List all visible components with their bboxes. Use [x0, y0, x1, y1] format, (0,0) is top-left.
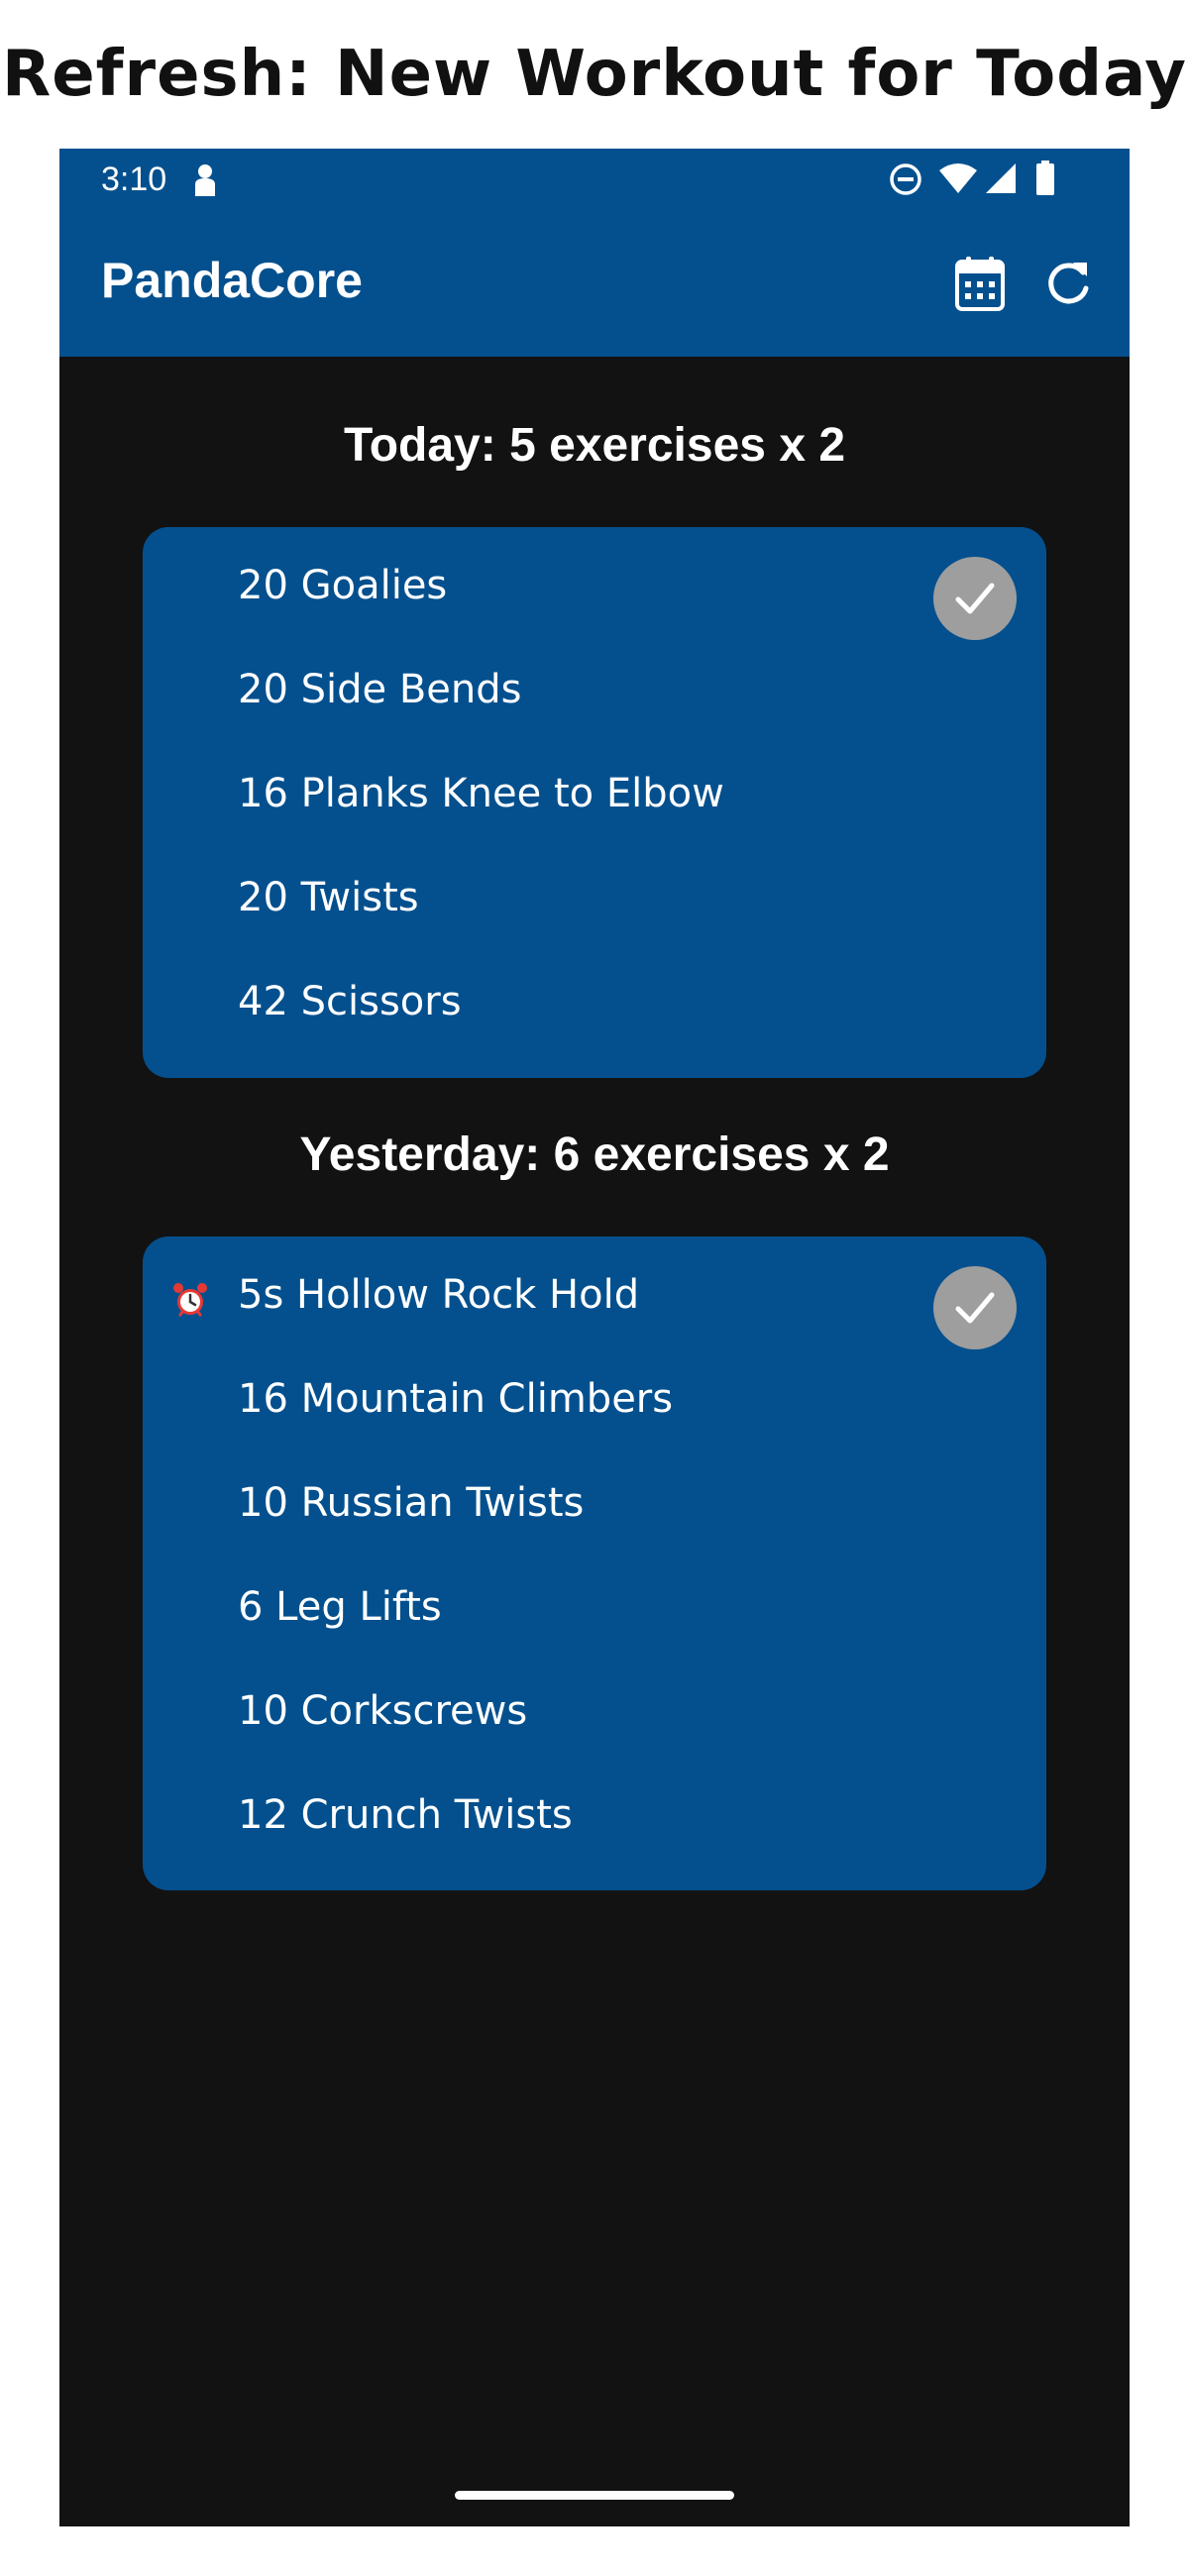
check-icon [955, 1292, 995, 1324]
home-indicator[interactable] [455, 2491, 734, 2500]
calendar-button[interactable] [940, 244, 1020, 323]
exercise-row: 10 Corkscrews [143, 1664, 1046, 1769]
complete-check-button[interactable] [933, 1266, 1017, 1349]
lock-person-icon [195, 164, 215, 196]
status-bar: 3:10 [59, 149, 1130, 210]
exercise-label: 20 Twists [238, 875, 419, 920]
yesterday-heading: Yesterday: 6 exercises x 2 [299, 1128, 890, 1181]
wifi-icon [939, 163, 977, 193]
exercise-row: 12 Crunch Twists [143, 1769, 1046, 1873]
yesterday-workout-card[interactable]: 5s Hollow Rock Hold 16 Mountain Climbers… [143, 1236, 1046, 1890]
exercise-row: 5s Hollow Rock Hold [143, 1248, 1046, 1352]
exercise-label: 10 Corkscrews [238, 1688, 528, 1734]
calendar-icon [955, 257, 1005, 311]
exercise-row: 16 Planks Knee to Elbow [143, 747, 1046, 851]
exercise-label: 20 Side Bends [238, 667, 522, 712]
exercise-label: 42 Scissors [238, 979, 462, 1024]
exercise-label: 6 Leg Lifts [238, 1584, 442, 1630]
refresh-icon [1048, 263, 1089, 304]
complete-check-button[interactable] [933, 557, 1017, 640]
phone-screen: 3:10 PandaCore Today: 5 exercises x 2 20… [59, 149, 1130, 2526]
exercise-row: 20 Side Bends [143, 643, 1046, 747]
caption-title: Refresh: New Workout for Today [1, 38, 1188, 111]
exercise-label: 16 Mountain Climbers [238, 1376, 674, 1422]
check-icon [955, 583, 995, 614]
today-workout-card[interactable]: 20 Goalies 20 Side Bends 16 Planks Knee … [143, 527, 1046, 1078]
app-title: PandaCore [101, 253, 363, 308]
do-not-disturb-icon [890, 163, 921, 195]
exercise-row: 10 Russian Twists [143, 1456, 1046, 1560]
exercise-row: 20 Twists [143, 851, 1046, 955]
refresh-button[interactable] [1028, 244, 1108, 323]
app-bar: PandaCore [59, 210, 1130, 357]
exercise-label: 20 Goalies [238, 563, 448, 608]
exercise-label: 5s Hollow Rock Hold [238, 1272, 640, 1318]
today-heading: Today: 5 exercises x 2 [343, 419, 846, 472]
status-time: 3:10 [101, 161, 167, 198]
exercise-row: 6 Leg Lifts [143, 1560, 1046, 1664]
battery-icon [1036, 161, 1054, 195]
exercise-label: 16 Planks Knee to Elbow [238, 771, 724, 816]
exercise-row: 20 Goalies [143, 539, 1046, 643]
exercise-row: 16 Mountain Climbers [143, 1352, 1046, 1456]
alarm-clock-icon [173, 1283, 207, 1317]
cell-signal-icon [986, 163, 1016, 193]
exercise-label: 12 Crunch Twists [238, 1792, 573, 1838]
exercise-label: 10 Russian Twists [238, 1480, 585, 1526]
exercise-row: 42 Scissors [143, 955, 1046, 1059]
